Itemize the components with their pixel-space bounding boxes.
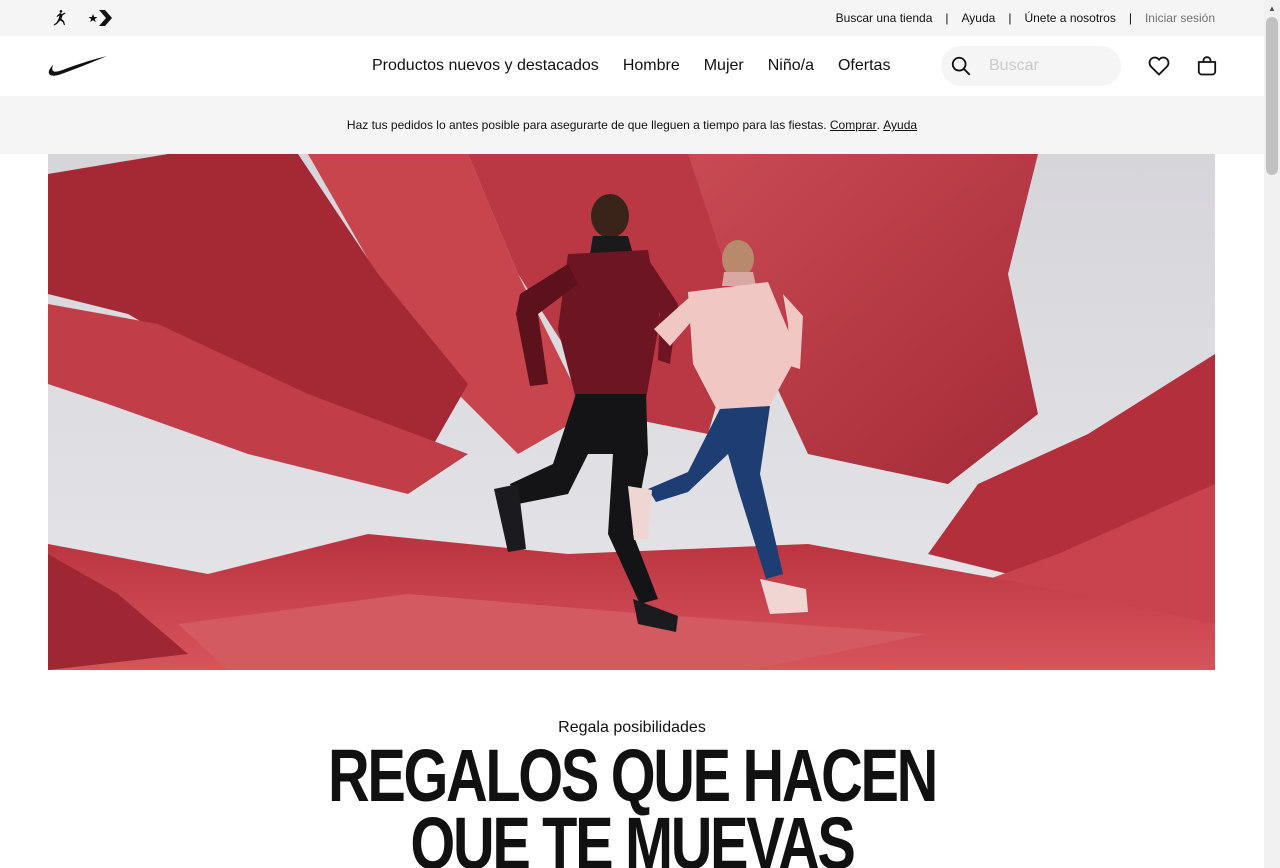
separator: | [1128,11,1132,25]
shopping-bag-icon[interactable] [1193,52,1221,80]
hero-headline: REGALOS QUE HACEN QUE TE MUEVAS [139,734,1125,868]
nike-swoosh-icon[interactable] [48,54,108,78]
promo-banner: Haz tus pedidos lo antes posible para as… [0,96,1264,154]
primary-menu: Productos nuevos y destacados Hombre Muj… [360,36,902,96]
search-input[interactable] [989,57,1109,75]
promo-help-link[interactable]: Ayuda [883,118,917,132]
utility-bar: Buscar una tienda | Ayuda | Únete a noso… [0,0,1264,36]
promo-text: Haz tus pedidos lo antes posible para as… [346,118,827,132]
promo-shop-link[interactable]: Comprar [830,118,877,132]
main-navigation: Productos nuevos y destacados Hombre Muj… [0,36,1264,96]
hero-image[interactable] [48,154,1215,670]
find-store-link[interactable]: Buscar una tienda [836,11,933,25]
nav-item-new-featured[interactable]: Productos nuevos y destacados [360,57,611,75]
separator: | [945,11,949,25]
nav-item-women[interactable]: Mujer [692,57,756,75]
help-link[interactable]: Ayuda [962,11,996,25]
promo-dot: . [876,118,880,132]
scrollbar-thumb[interactable] [1266,17,1278,175]
search-box [941,46,1121,86]
jordan-jumpman-icon[interactable] [48,6,72,30]
nav-item-sale[interactable]: Ofertas [826,57,902,75]
headline-line-2: QUE TE MUEVAS [410,802,855,868]
heart-icon[interactable] [1145,52,1173,80]
scroll-up-arrow-icon[interactable]: ▲ [1264,0,1280,16]
sign-in-link[interactable]: Iniciar sesión [1145,11,1215,25]
nav-item-kids[interactable]: Niño/a [756,57,826,75]
search-icon[interactable] [941,46,981,86]
headline-line-1: REGALOS QUE HACEN [327,734,938,817]
join-link[interactable]: Únete a nosotros [1024,11,1115,25]
nav-item-men[interactable]: Hombre [611,57,692,75]
utility-links: Buscar una tienda | Ayuda | Únete a noso… [836,0,1215,36]
converse-star-chevron-icon[interactable] [88,6,112,30]
separator: | [1008,11,1012,25]
brand-links [48,6,112,30]
